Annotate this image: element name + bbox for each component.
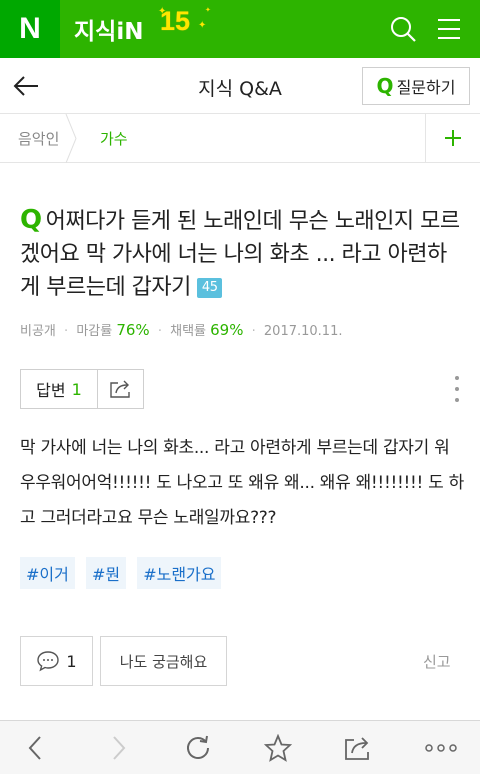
sparkle-icon: ✦ xyxy=(198,20,207,31)
close-rate-value: 76% xyxy=(116,321,150,339)
search-icon[interactable] xyxy=(388,14,418,44)
refresh-icon[interactable] xyxy=(184,734,212,762)
add-category-button[interactable] xyxy=(425,114,480,163)
ask-question-button[interactable]: Q 질문하기 xyxy=(362,67,470,105)
report-link[interactable]: 신고 xyxy=(423,651,451,672)
adopt-rate-value: 69% xyxy=(210,321,244,339)
comment-icon xyxy=(37,651,60,672)
page-header: 지식 Q&A Q 질문하기 xyxy=(0,58,480,114)
answers-button[interactable]: 답변 1 xyxy=(20,369,98,409)
more-icon[interactable] xyxy=(424,734,458,762)
tag[interactable]: #뭔 xyxy=(85,557,127,589)
share-icon xyxy=(109,380,130,398)
question-q-icon: Q xyxy=(20,205,42,235)
ask-question-label: 질문하기 xyxy=(396,78,456,97)
comment-count: 1 xyxy=(66,651,77,671)
count-badge: 45 xyxy=(196,278,223,298)
share-icon[interactable] xyxy=(344,734,372,762)
close-rate-label: 마감률 xyxy=(76,324,113,339)
bookmark-star-icon[interactable] xyxy=(264,734,292,762)
category-current[interactable]: 가수 xyxy=(100,128,128,149)
author: 비공개 xyxy=(20,324,56,339)
tag[interactable]: #이거 xyxy=(20,557,75,589)
naver-logo[interactable]: N xyxy=(0,0,60,58)
question-title: 어쩌다가 듣게 된 노래인데 무슨 노래인지 모르겠어요 막 가사에 너는 나의… xyxy=(20,209,460,300)
sparkle-icon: ✦ xyxy=(205,6,211,14)
forward-icon[interactable] xyxy=(104,734,132,762)
question-meta: 비공개 · 마감률 76% · 채택률 69% · 2017.10.11. xyxy=(20,320,342,339)
question-body: 막 가사에 너는 나의 화초... 라고 아련하게 부르는데 갑자기 워우우워어… xyxy=(20,438,464,528)
comment-button[interactable]: 1 xyxy=(20,636,93,686)
dot-separator: · xyxy=(157,324,162,339)
share-button[interactable] xyxy=(97,369,144,409)
category-breadcrumb: 음악인 가수 xyxy=(0,114,480,163)
question-title-block: Q 어쩌다가 듣게 된 노래인데 무슨 노래인지 모르겠어요 막 가사에 너는 나… xyxy=(20,204,466,304)
sparkle-icon: ✦ xyxy=(158,6,167,17)
browser-toolbar xyxy=(0,720,480,774)
dot-separator: · xyxy=(251,324,256,339)
more-vertical-icon[interactable] xyxy=(452,374,462,404)
q-icon: Q xyxy=(376,74,394,98)
jisikin-brand[interactable]: 지식iN xyxy=(74,12,143,46)
tag-list: #이거 #뭔 #노랜가요 xyxy=(20,557,227,589)
answers-count: 1 xyxy=(71,379,82,399)
back-icon[interactable] xyxy=(22,734,50,762)
answers-label: 답변 xyxy=(36,381,66,400)
menu-icon[interactable] xyxy=(434,14,464,44)
dot-separator: · xyxy=(64,324,69,339)
curious-button[interactable]: 나도 궁금해요 xyxy=(100,636,227,686)
top-bar: N 지식iN 15 ✦ ✦ ✦ xyxy=(0,0,480,58)
adopt-rate-label: 채택률 xyxy=(170,324,206,339)
category-parent[interactable]: 음악인 xyxy=(18,128,59,149)
breadcrumb-chevron-icon xyxy=(65,114,77,163)
plus-icon xyxy=(445,130,461,146)
question-date: 2017.10.11. xyxy=(263,324,343,339)
tag[interactable]: #노랜가요 xyxy=(137,557,222,589)
